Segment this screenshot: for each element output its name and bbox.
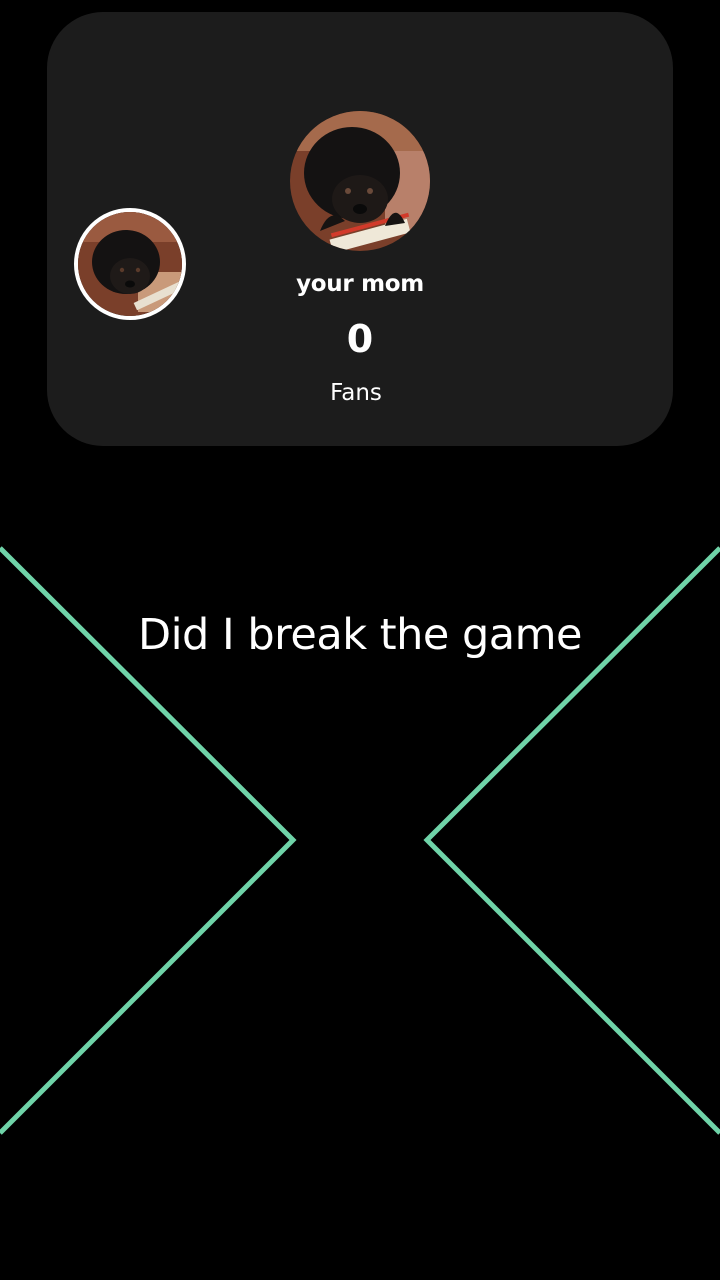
video-caption: Did I break the game (138, 610, 583, 660)
profile-username: your mom (296, 271, 424, 297)
dog-photo-icon (78, 212, 182, 316)
secondary-avatar[interactable] (74, 208, 186, 320)
fans-label: Fans (330, 380, 382, 406)
main-avatar[interactable] (290, 111, 430, 251)
dog-photo-icon (290, 111, 430, 251)
fans-count: 0 (346, 317, 374, 361)
